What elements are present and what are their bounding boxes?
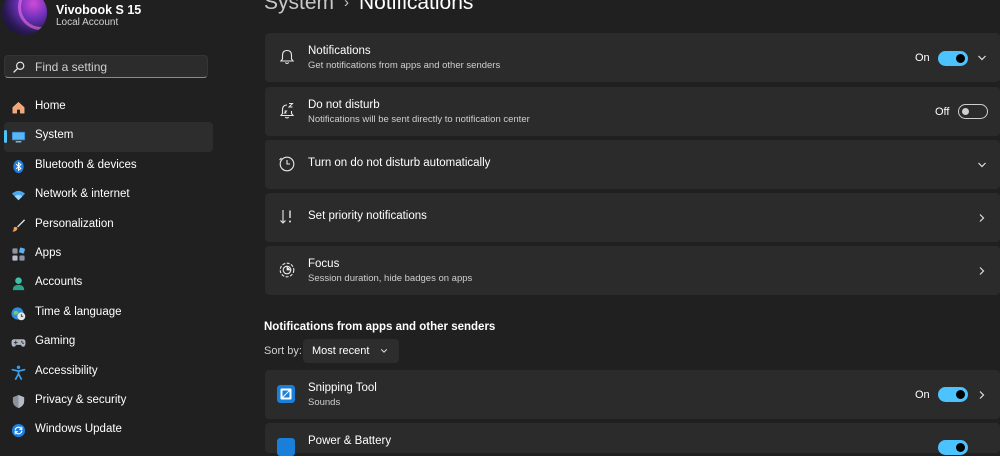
- page-title: Notifications: [359, 0, 474, 14]
- shield-icon: [12, 394, 25, 408]
- selection-indicator: [4, 130, 7, 144]
- gamepad-icon: [11, 339, 26, 347]
- chevron-right-icon[interactable]: [977, 213, 987, 223]
- chevron-down-icon[interactable]: [977, 160, 987, 170]
- sort-label: Sort by:: [264, 345, 302, 357]
- sidebar-item-personalization[interactable]: Personalization: [4, 211, 213, 240]
- apps-icon: [12, 247, 25, 261]
- sidebar-item-label: Accessibility: [35, 364, 98, 377]
- focus-card[interactable]: Focus Session duration, hide badges on a…: [265, 246, 1000, 295]
- notifications-setting-card[interactable]: Notifications Get notifications from app…: [265, 33, 1000, 82]
- bell-icon: [279, 49, 295, 65]
- chevron-right-icon[interactable]: [977, 266, 987, 276]
- power-battery-toggle[interactable]: [938, 440, 968, 455]
- sort-dropdown[interactable]: Most recent: [303, 339, 399, 363]
- sidebar-item-label: Time & language: [35, 305, 122, 318]
- card-description: Get notifications from apps and other se…: [308, 60, 501, 71]
- card-title: Notifications: [308, 45, 371, 57]
- accessibility-icon: [11, 365, 26, 380]
- clock-icon: [279, 156, 295, 172]
- app-notification-row[interactable]: Power & Battery: [265, 423, 1000, 456]
- home-icon: [12, 101, 25, 114]
- notifications-toggle[interactable]: [938, 51, 968, 66]
- card-title: Do not disturb: [308, 99, 380, 111]
- focus-icon: [279, 262, 295, 278]
- card-description: Notifications will be sent directly to n…: [308, 114, 530, 125]
- chevron-down-icon[interactable]: [977, 53, 987, 63]
- sidebar-item-system[interactable]: System: [4, 122, 213, 152]
- sidebar-item-label: Gaming: [35, 335, 76, 348]
- auto-do-not-disturb-card[interactable]: Turn on do not disturb automatically: [265, 140, 1000, 189]
- card-title: Set priority notifications: [308, 210, 427, 222]
- section-title: Notifications from apps and other sender…: [264, 321, 496, 333]
- card-description: Session duration, hide badges on apps: [308, 273, 473, 284]
- sidebar-item-label: Home: [35, 100, 66, 112]
- globe-clock-icon: [11, 307, 26, 320]
- breadcrumb-parent[interactable]: System: [264, 0, 334, 14]
- app-description: Sounds: [308, 397, 341, 408]
- person-icon: [12, 277, 25, 291]
- sidebar: Vivobook S 15 Local Account Home System: [0, 0, 218, 444]
- do-not-disturb-card[interactable]: Do not disturb Notifications will be sen…: [265, 87, 1000, 136]
- app-name: Snipping Tool: [308, 382, 377, 394]
- power-battery-icon: [277, 438, 295, 456]
- sidebar-item-gaming[interactable]: Gaming: [4, 328, 213, 357]
- sidebar-item-label: Accounts: [35, 276, 83, 289]
- sidebar-nav: Home System Bluetooth & devices Network: [0, 93, 218, 446]
- toggle-state-label: On: [915, 52, 930, 64]
- avatar: [2, 0, 47, 35]
- bluetooth-icon: [13, 159, 24, 173]
- sidebar-item-label: Personalization: [35, 217, 114, 230]
- sidebar-item-apps[interactable]: Apps: [4, 240, 213, 269]
- sidebar-item-bluetooth[interactable]: Bluetooth & devices: [4, 152, 213, 181]
- breadcrumb-separator: ›: [344, 0, 350, 11]
- sidebar-item-label: Privacy & security: [35, 393, 127, 406]
- user-profile[interactable]: Vivobook S 15 Local Account: [0, 0, 218, 44]
- toggle-state-label: On: [915, 389, 930, 401]
- priority-notifications-card[interactable]: Set priority notifications: [265, 193, 1000, 242]
- brush-icon: [12, 218, 26, 232]
- chevron-down-icon: [380, 349, 388, 353]
- toggle-state-label: Off: [935, 106, 950, 118]
- breadcrumb: System › Notifications: [264, 0, 473, 21]
- sidebar-item-time-language[interactable]: Time & language: [4, 299, 213, 328]
- sidebar-item-label: Bluetooth & devices: [35, 158, 137, 171]
- sidebar-item-windows-update[interactable]: Windows Update: [4, 416, 213, 445]
- card-title: Focus: [308, 258, 340, 270]
- chevron-right-icon[interactable]: [977, 390, 987, 400]
- system-icon: [11, 132, 26, 143]
- wifi-icon: [11, 190, 26, 201]
- profile-name: Vivobook S 15: [56, 3, 142, 17]
- snipping-tool-toggle[interactable]: [938, 387, 968, 402]
- sidebar-item-home[interactable]: Home: [4, 93, 213, 122]
- profile-account-type: Local Account: [56, 17, 119, 28]
- sidebar-item-label: Apps: [35, 246, 62, 259]
- sort-selected-value: Most recent: [312, 345, 370, 357]
- bell-snooze-icon: [279, 103, 295, 119]
- search-box[interactable]: [4, 55, 208, 78]
- update-icon: [11, 424, 26, 438]
- sidebar-item-label: Windows Update: [35, 423, 122, 436]
- snipping-tool-icon: [277, 385, 295, 403]
- sidebar-item-label: Network & internet: [35, 188, 130, 201]
- card-title: Turn on do not disturb automatically: [308, 157, 491, 169]
- sidebar-item-privacy[interactable]: Privacy & security: [4, 387, 213, 416]
- search-icon: [13, 61, 25, 73]
- sidebar-item-accounts[interactable]: Accounts: [4, 269, 213, 298]
- do-not-disturb-toggle[interactable]: [958, 104, 988, 119]
- sidebar-item-network[interactable]: Network & internet: [4, 181, 213, 210]
- priority-sort-icon: [280, 210, 291, 224]
- sidebar-item-label: System: [35, 129, 74, 142]
- sidebar-item-accessibility[interactable]: Accessibility: [4, 358, 213, 387]
- app-name: Power & Battery: [308, 435, 392, 447]
- search-input[interactable]: [35, 59, 200, 75]
- app-notification-row[interactable]: Snipping Tool Sounds On: [265, 370, 1000, 419]
